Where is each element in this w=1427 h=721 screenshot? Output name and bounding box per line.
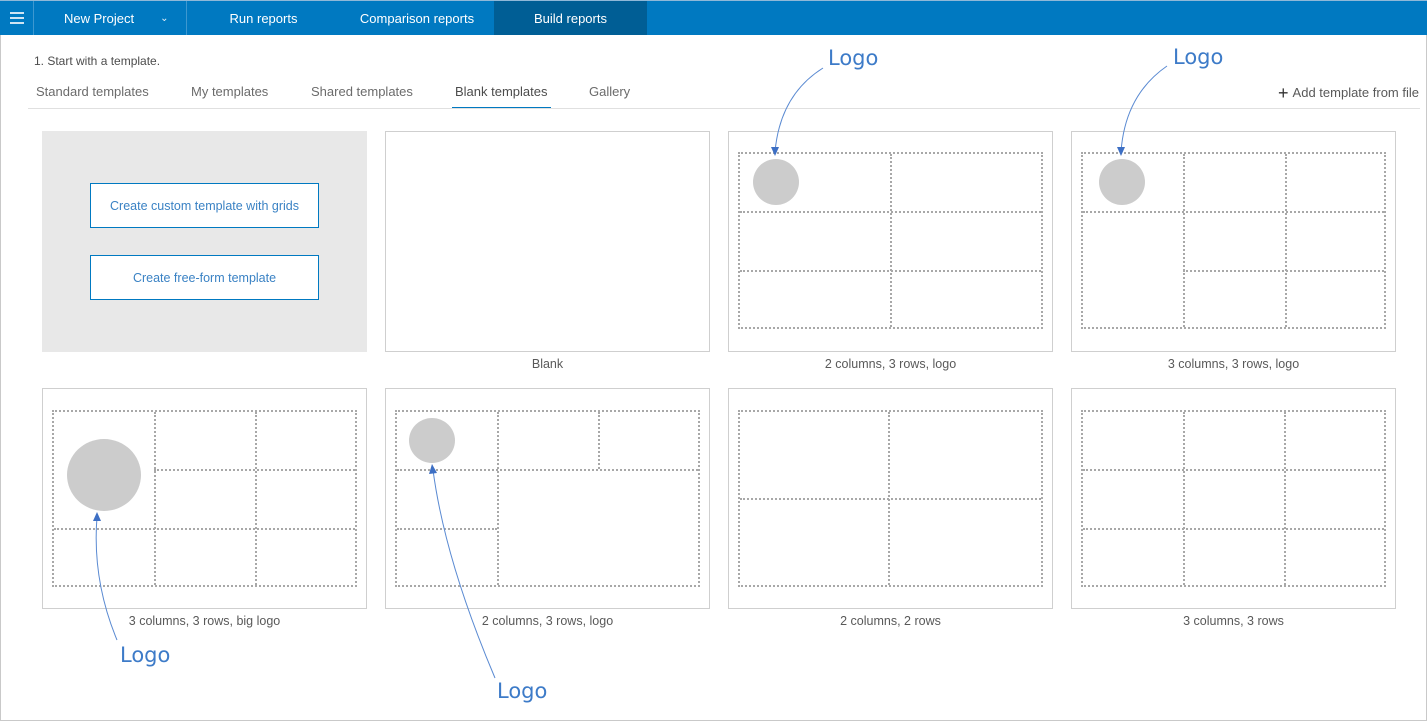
template-card-3col-3row[interactable] (1071, 388, 1396, 609)
template-caption: 2 columns, 3 rows, logo (481, 614, 614, 628)
nav-tab-build-reports[interactable]: Build reports (494, 1, 647, 35)
grid-line (397, 469, 698, 471)
nav-tab-run-reports[interactable]: Run reports (187, 1, 340, 35)
template-card-blank[interactable] (385, 131, 710, 352)
grid-line (598, 412, 600, 469)
custom-template-panel: Create custom template with grids Create… (42, 131, 367, 352)
template-card-2col-2row[interactable] (728, 388, 1053, 609)
nav-tab-comparison-reports[interactable]: Comparison reports (340, 1, 494, 35)
template-caption: 3 columns, 3 rows, big logo (128, 614, 281, 628)
grid-line (1083, 211, 1384, 213)
add-template-from-file-button[interactable]: + Add template from file (1278, 82, 1419, 103)
chevron-down-icon: ⌄ (160, 12, 169, 24)
grid-line (1284, 412, 1286, 585)
logo-placeholder (1099, 159, 1145, 205)
grid-line (740, 270, 1041, 272)
tab-shared-templates[interactable]: Shared templates (311, 84, 413, 109)
create-custom-grid-template-button[interactable]: Create custom template with grids (90, 183, 319, 228)
grid-line (1183, 412, 1185, 585)
template-grid (1081, 410, 1386, 587)
plus-icon: + (1278, 82, 1289, 103)
grid-line (255, 412, 257, 585)
template-grid (738, 410, 1043, 587)
logo-annotation: Logo (497, 679, 548, 703)
grid-line (740, 211, 1041, 213)
top-navigation: New Project ⌄ Run reports Comparison rep… (0, 0, 1427, 35)
grid-line (890, 154, 892, 327)
logo-placeholder (753, 159, 799, 205)
tab-gallery[interactable]: Gallery (589, 84, 630, 109)
big-logo-placeholder (67, 439, 141, 511)
step-label: 1. Start with a template. (34, 54, 161, 68)
grid-line (54, 528, 355, 530)
template-card-3col-3row-logo[interactable] (1071, 131, 1396, 352)
project-dropdown[interactable]: New Project ⌄ (34, 1, 187, 35)
logo-annotation: Logo (1173, 45, 1224, 69)
grid-line (1183, 154, 1185, 327)
add-template-label: Add template from file (1292, 85, 1419, 100)
hamburger-menu-button[interactable] (0, 1, 34, 35)
template-caption: 3 columns, 3 rows, logo (1167, 357, 1300, 371)
template-card-3col-3row-big-logo[interactable] (42, 388, 367, 609)
grid-line (1083, 528, 1384, 530)
logo-placeholder (409, 418, 455, 463)
logo-annotation: Logo (828, 46, 879, 70)
template-card-2col-3row-logo-alt[interactable] (385, 388, 710, 609)
tab-standard-templates[interactable]: Standard templates (36, 84, 149, 109)
template-caption: 2 columns, 3 rows, logo (824, 357, 957, 371)
grid-line (154, 469, 355, 471)
grid-line (154, 412, 156, 585)
tab-my-templates[interactable]: My templates (191, 84, 268, 109)
grid-line (497, 412, 499, 585)
hamburger-menu-icon (9, 12, 24, 24)
grid-line (397, 528, 497, 530)
template-caption: Blank (531, 357, 564, 371)
grid-line (1285, 154, 1287, 327)
grid-line (1183, 270, 1384, 272)
grid-line (740, 498, 1041, 500)
grid-line (1083, 469, 1384, 471)
template-card-2col-3row-logo[interactable] (728, 131, 1053, 352)
logo-annotation: Logo (120, 643, 171, 667)
tabs-divider (28, 108, 1420, 109)
create-free-form-template-button[interactable]: Create free-form template (90, 255, 319, 300)
project-name: New Project (64, 10, 135, 26)
tab-blank-templates[interactable]: Blank templates (452, 84, 550, 109)
template-caption: 2 columns, 2 rows (840, 614, 941, 628)
template-caption: 3 columns, 3 rows (1183, 614, 1284, 628)
